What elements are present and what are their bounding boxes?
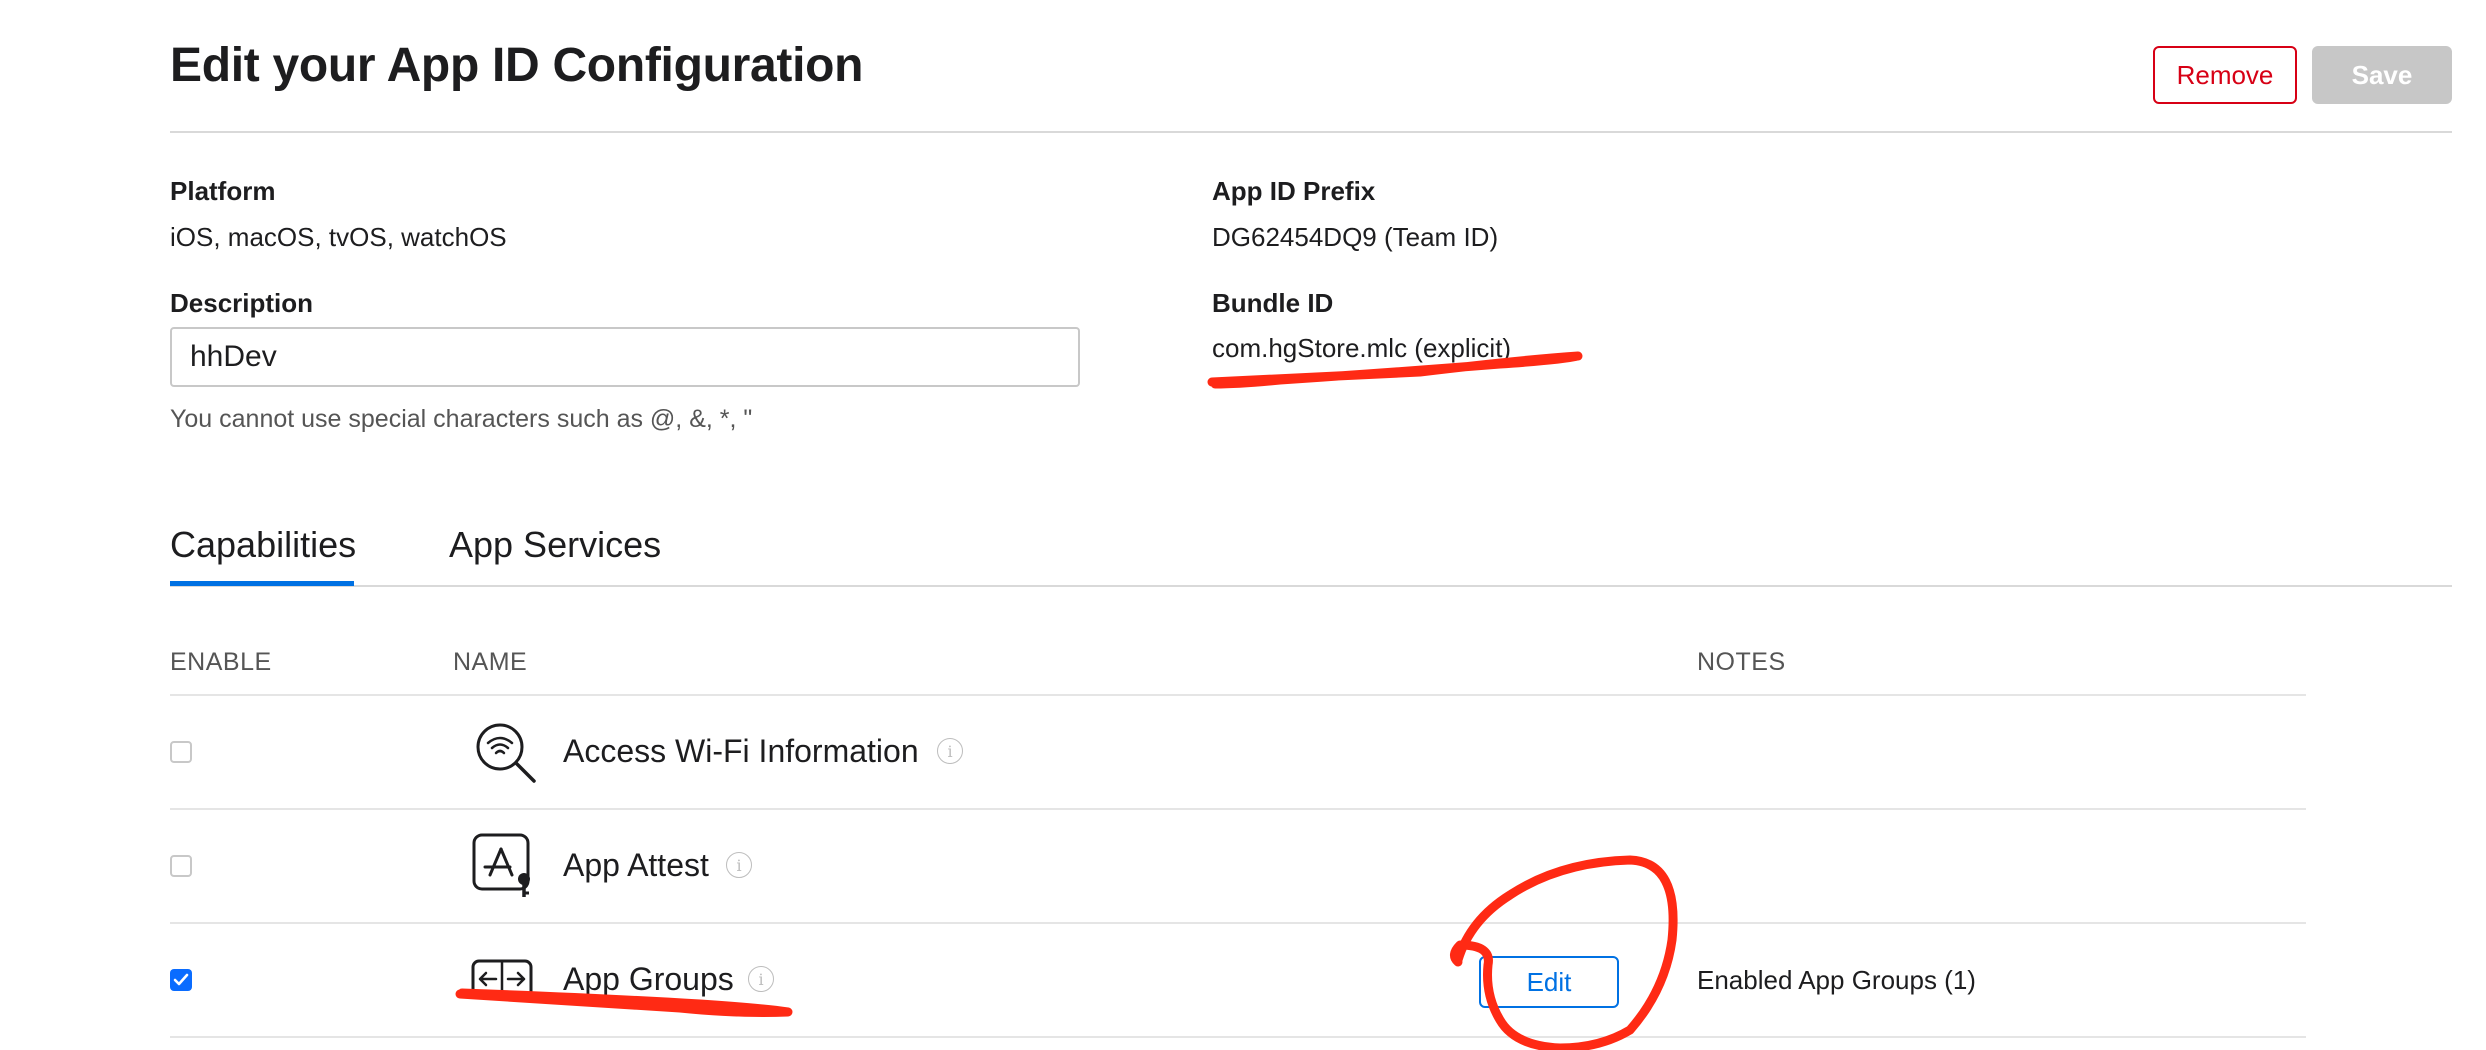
bundle-id-underline-mark: [1207, 351, 1583, 389]
app-groups-underline-mark: [455, 988, 793, 1017]
annotation-overlay: [455, 351, 1678, 1050]
edit-button-circle-mark: [1450, 855, 1678, 1050]
